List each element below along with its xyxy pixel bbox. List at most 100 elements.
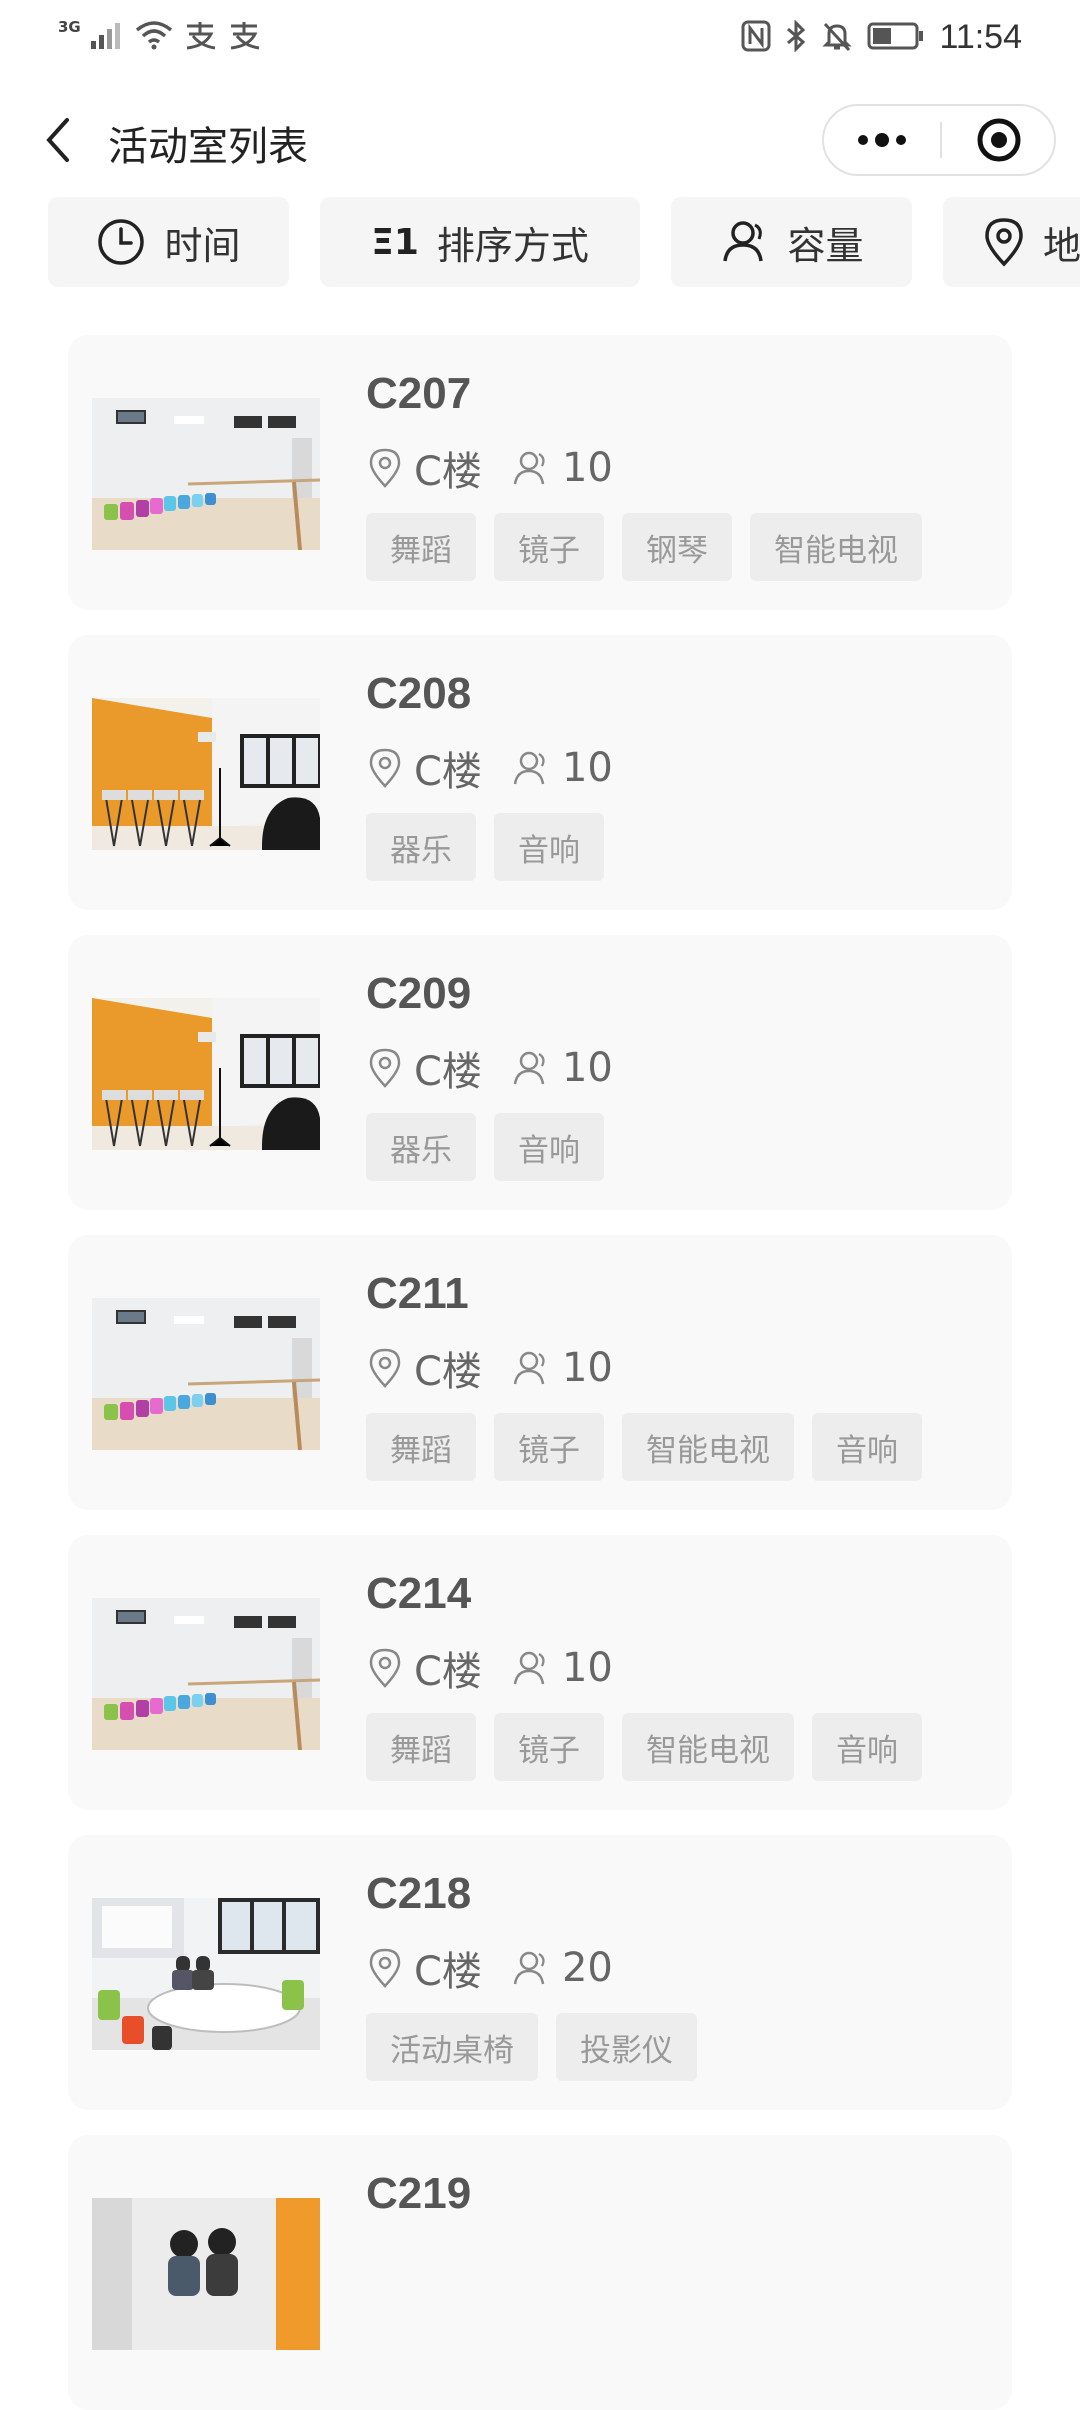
facility-tag: 智能电视	[622, 1413, 794, 1481]
room-name: C208	[366, 669, 472, 718]
facility-tag: 镜子	[494, 513, 604, 581]
facility-tag: 舞蹈	[366, 1713, 476, 1781]
room-meta: C楼 10	[368, 439, 613, 497]
room-card[interactable]: C211 C楼 10 舞蹈 镜子 智能电视 音响	[68, 1235, 1012, 1510]
more-button[interactable]	[824, 106, 940, 174]
chevron-left-icon	[46, 118, 69, 162]
filter-capacity[interactable]: 容量	[671, 197, 912, 287]
facility-tag: 音响	[812, 1413, 922, 1481]
room-meta: C楼 10	[368, 1639, 613, 1697]
people-icon	[513, 1951, 545, 1985]
facility-tag: 智能电视	[622, 1713, 794, 1781]
room-card[interactable]: C207 C楼 10 舞蹈 镜子 钢琴 智能电视	[68, 335, 1012, 610]
room-capacity: 10	[561, 1045, 613, 1091]
miniprogram-capsule	[822, 104, 1056, 176]
location-icon	[369, 748, 401, 788]
facility-tag: 音响	[494, 1113, 604, 1181]
room-capacity: 10	[561, 1645, 613, 1691]
filter-bar: 时间 Ξ1 排序方式 容量 地点	[48, 197, 1080, 287]
filter-label: 时间	[164, 223, 241, 268]
room-photo	[92, 1898, 320, 2050]
filter-label: 排序方式	[436, 223, 589, 268]
location-icon	[985, 218, 1023, 267]
room-building: C楼	[414, 1049, 482, 1095]
people-icon	[513, 1351, 545, 1385]
room-building: C楼	[414, 1349, 482, 1395]
room-name: C219	[366, 2169, 472, 2218]
facility-tag: 器乐	[366, 1113, 476, 1181]
room-name: C211	[366, 1269, 469, 1318]
room-card[interactable]: C218 C楼 20 活动桌椅 投影仪	[68, 1835, 1012, 2110]
facility-tag: 投影仪	[556, 2013, 697, 2081]
facility-tag: 钢琴	[622, 513, 732, 581]
location-icon	[369, 1348, 401, 1388]
room-tags: 器乐 音响	[366, 1113, 604, 1181]
clock-icon	[98, 219, 145, 265]
facility-tag: 音响	[494, 813, 604, 881]
location-icon	[369, 1948, 401, 1988]
room-capacity: 10	[561, 745, 613, 791]
location-icon	[369, 448, 401, 488]
facility-tag: 镜子	[494, 1413, 604, 1481]
room-name: C209	[366, 969, 472, 1018]
room-tags: 舞蹈 镜子 智能电视 音响	[366, 1713, 922, 1781]
room-building: C楼	[414, 449, 482, 495]
more-dots-icon	[858, 133, 906, 147]
filter-location[interactable]: 地点	[943, 197, 1080, 287]
room-name: C207	[366, 369, 472, 418]
facility-tag: 器乐	[366, 813, 476, 881]
filter-time[interactable]: 时间	[48, 197, 289, 287]
page-title: 活动室列表	[108, 124, 308, 170]
signal-icon	[90, 21, 125, 53]
room-meta: C楼 10	[368, 1039, 613, 1097]
room-photo	[92, 2198, 320, 2350]
facility-tag: 音响	[812, 1713, 922, 1781]
room-card[interactable]: C209 C楼 10 器乐 音响	[68, 935, 1012, 1210]
mute-bell-icon	[821, 20, 853, 56]
facility-tag: 智能电视	[750, 513, 922, 581]
people-icon	[723, 221, 764, 262]
room-tags: 器乐 音响	[366, 813, 604, 881]
nav-bar: 活动室列表	[0, 90, 1080, 190]
room-capacity: 10	[561, 445, 613, 491]
room-name: C214	[366, 1569, 472, 1618]
room-tags: 舞蹈 镜子 钢琴 智能电视	[366, 513, 922, 581]
target-close-icon	[977, 118, 1021, 162]
people-icon	[513, 451, 545, 485]
room-meta: C楼 10	[368, 1339, 613, 1397]
filter-sort[interactable]: Ξ1 排序方式	[320, 197, 640, 287]
room-photo	[92, 698, 320, 850]
back-button[interactable]	[30, 112, 86, 168]
alipay-icon	[227, 20, 261, 54]
facility-tag: 活动桌椅	[366, 2013, 538, 2081]
people-icon	[513, 1051, 545, 1085]
battery-icon	[867, 22, 925, 54]
room-photo	[92, 998, 320, 1150]
room-photo	[92, 1598, 320, 1750]
room-card[interactable]: C208 C楼 10 器乐 音响	[68, 635, 1012, 910]
room-capacity: 20	[561, 1945, 613, 1991]
network-type: 3G	[58, 18, 81, 36]
location-icon	[369, 1048, 401, 1088]
room-building: C楼	[414, 1649, 482, 1695]
room-photo	[92, 398, 320, 550]
facility-tag: 舞蹈	[366, 1413, 476, 1481]
status-bar: 3G 11:54	[0, 0, 1080, 80]
clock-time: 11:54	[939, 18, 1022, 56]
filter-label: 地点	[1043, 223, 1080, 268]
room-meta: C楼 20	[368, 1939, 613, 1997]
nfc-icon	[741, 20, 771, 56]
room-meta: C楼 10	[368, 739, 613, 797]
room-capacity: 10	[561, 1345, 613, 1391]
wifi-icon	[135, 20, 173, 54]
room-photo	[92, 1298, 320, 1450]
facility-tag: 镜子	[494, 1713, 604, 1781]
room-building: C楼	[414, 749, 482, 795]
bluetooth-icon	[785, 18, 807, 56]
room-building: C楼	[414, 1949, 482, 1995]
close-miniprogram-button[interactable]	[942, 106, 1056, 174]
room-card[interactable]: C219	[68, 2135, 1012, 2410]
room-name: C218	[366, 1869, 472, 1918]
room-tags: 舞蹈 镜子 智能电视 音响	[366, 1413, 922, 1481]
room-card[interactable]: C214 C楼 10 舞蹈 镜子 智能电视 音响	[68, 1535, 1012, 1810]
